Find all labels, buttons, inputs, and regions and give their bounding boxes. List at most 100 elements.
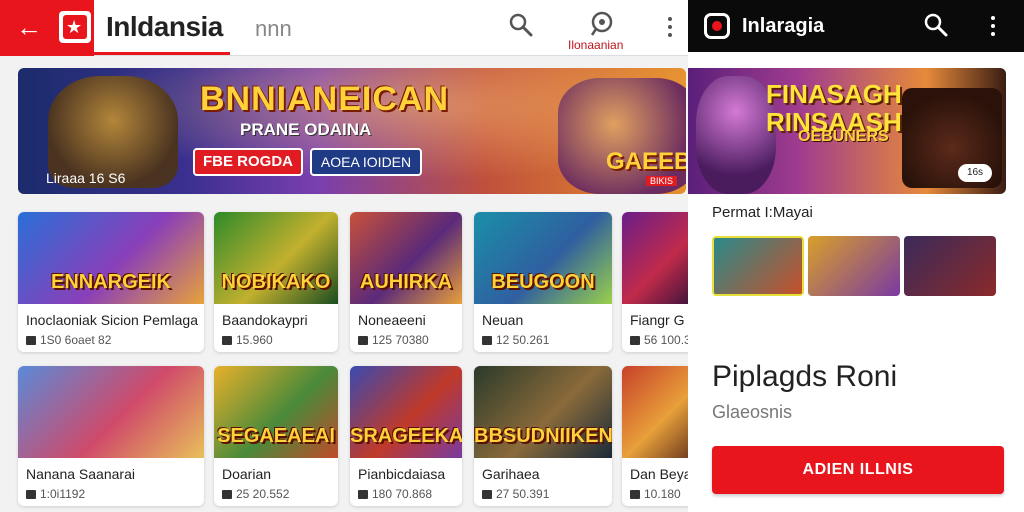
detail-banner-pill[interactable]: 16s bbox=[958, 164, 992, 182]
game-card[interactable]: SEGAEAEAI Doarian 25 20.552 bbox=[214, 366, 338, 506]
game-name: Neuan bbox=[482, 312, 524, 328]
game-thumbnail-logo: SEGAEAEAI bbox=[217, 425, 335, 447]
game-card[interactable]: AUHIRKA Noneaeeni 125 70380 bbox=[350, 212, 462, 352]
detail-banner[interactable]: FINASAGH RINSAASH OEBUNERS 16s bbox=[688, 68, 1006, 194]
banner-secondary-button[interactable]: AOEA IOIDEN bbox=[310, 148, 422, 176]
game-meta-text: 125 70380 bbox=[372, 333, 429, 347]
game-name: Garihaea bbox=[482, 466, 540, 482]
game-card[interactable]: BBSUDNIIKEN Garihaea 27 50.391 bbox=[474, 366, 612, 506]
game-thumbnail bbox=[622, 366, 688, 458]
install-button[interactable]: ADIEN ILLNIS bbox=[712, 446, 1004, 494]
game-thumbnail-logo: AUHIRKA bbox=[359, 271, 453, 293]
rating-icon bbox=[630, 490, 640, 499]
game-meta: 1:0i1192 bbox=[26, 487, 85, 501]
banner-subtitle: PRANE ODAINA bbox=[240, 120, 372, 139]
app-root: ← Inldansia nnn Ilonaanian BNNIANE bbox=[0, 0, 1024, 512]
game-card[interactable]: Dan Beya 10.180 bbox=[622, 366, 688, 506]
game-meta-text: 180 70.868 bbox=[372, 487, 433, 501]
game-card[interactable]: NOBIKAKO Baandokaypri 15.960 bbox=[214, 212, 338, 352]
search-icon[interactable] bbox=[508, 12, 534, 38]
game-name: Fiangr G bbox=[630, 312, 685, 328]
game-name: Pianbicdaiasa bbox=[358, 466, 446, 482]
game-thumbnail: BEUGOON bbox=[474, 212, 612, 304]
game-meta-text: 12 50.261 bbox=[496, 333, 550, 347]
featured-banner[interactable]: BNNIANEICAN PRANE ODAINA FBE ROGDA AOEA … bbox=[18, 68, 686, 194]
detail-banner-character-art bbox=[696, 76, 776, 194]
game-meta-text: 15.960 bbox=[236, 333, 273, 347]
game-thumbnail bbox=[18, 366, 204, 458]
banner-title: BNNIANEICAN bbox=[200, 80, 449, 118]
game-description: Glaeosnis bbox=[712, 402, 793, 422]
catalog-pane: ← Inldansia nnn Ilonaanian BNNIANE bbox=[0, 0, 688, 512]
game-name: Doarian bbox=[222, 466, 272, 482]
game-thumbnail-logo: ENNARGEIK bbox=[50, 271, 171, 293]
banner-badge: BIKIS bbox=[646, 176, 678, 186]
detail-logo-icon bbox=[704, 13, 730, 39]
screenshots-heading: Permat I:Mayai bbox=[712, 204, 813, 221]
rating-icon bbox=[26, 490, 36, 499]
banner-note: Liraaa 16 S6 bbox=[46, 170, 126, 186]
game-meta: 1S0 6oaet 82 bbox=[26, 333, 111, 347]
game-thumbnail: NOBIKAKO bbox=[214, 212, 338, 304]
search-hint: Ilonaanian bbox=[568, 38, 624, 52]
game-thumbnail: ENNARGEIK bbox=[18, 212, 204, 304]
rating-icon bbox=[358, 490, 368, 499]
app-subtitle: nnn bbox=[255, 16, 292, 41]
detail-top-bar: Inlaragia bbox=[688, 0, 1024, 52]
game-meta-text: 25 20.552 bbox=[236, 487, 290, 501]
voice-search-icon[interactable] bbox=[588, 10, 616, 38]
game-name: Baandokaypri bbox=[222, 312, 308, 328]
game-meta: 56 100.360 bbox=[630, 333, 688, 347]
game-thumbnail-logo: BBSUDNIIKEN bbox=[474, 425, 612, 447]
rating-icon bbox=[222, 490, 232, 499]
game-meta-text: 1S0 6oaet 82 bbox=[40, 333, 112, 347]
game-title: Piplagds Roni bbox=[712, 360, 898, 393]
banner-primary-button[interactable]: FBE ROGDA bbox=[193, 148, 303, 176]
detail-banner-subtitle: OEBUNERS bbox=[798, 128, 889, 145]
game-card[interactable]: Nanana Saanarai 1:0i1192 bbox=[18, 366, 204, 506]
app-title: Inldansia bbox=[106, 11, 223, 42]
game-card[interactable]: SRAGEEKAN Pianbicdaiasa 180 70.868 bbox=[350, 366, 462, 506]
back-arrow-icon[interactable]: ← bbox=[14, 12, 44, 42]
game-thumbnail: AUHIRKA bbox=[350, 212, 462, 304]
game-card[interactable]: ENNARGEIK Inoclaoniak Sicion Pemlaga 1S0 6… bbox=[18, 212, 204, 352]
screenshot-thumbnail[interactable] bbox=[904, 236, 996, 296]
game-name: Nanana Saanarai bbox=[26, 466, 135, 482]
search-icon[interactable] bbox=[924, 13, 948, 37]
detail-pane: Inlaragia FINASAGH RINSAASH OEBUNERS 16s… bbox=[688, 0, 1024, 512]
game-meta-text: 10.180 bbox=[644, 487, 681, 501]
game-card[interactable]: BEUGOON Neuan 12 50.261 bbox=[474, 212, 612, 352]
game-thumbnail-logo: SRAGEEKAN bbox=[350, 425, 462, 447]
game-name: Noneaeeni bbox=[358, 312, 426, 328]
screenshot-thumbnail[interactable] bbox=[808, 236, 900, 296]
game-thumbnail bbox=[622, 212, 688, 304]
game-thumbnail-logo: NOBIKAKO bbox=[221, 271, 331, 293]
rating-icon bbox=[482, 336, 492, 345]
game-thumbnail: SEGAEAEAI bbox=[214, 366, 338, 458]
game-name: Inoclaoniak Sicion Pemlaga bbox=[26, 312, 198, 328]
top-bar: ← Inldansia nnn Ilonaanian bbox=[0, 0, 688, 56]
rating-icon bbox=[482, 490, 492, 499]
game-meta: 12 50.261 bbox=[482, 333, 549, 347]
game-name: Dan Beya bbox=[630, 466, 688, 482]
game-card[interactable]: Fiangr G 56 100.360 bbox=[622, 212, 688, 352]
game-meta: 25 20.552 bbox=[222, 487, 289, 501]
game-meta-text: 1:0i1192 bbox=[40, 487, 86, 501]
rating-icon bbox=[222, 336, 232, 345]
game-meta: 125 70380 bbox=[358, 333, 429, 347]
more-options-icon[interactable] bbox=[662, 12, 678, 42]
rating-icon bbox=[358, 336, 368, 345]
detail-title: Inlaragia bbox=[742, 15, 825, 37]
active-tab-indicator bbox=[94, 52, 230, 55]
rating-icon bbox=[630, 336, 640, 345]
game-thumbnail: BBSUDNIIKEN bbox=[474, 366, 612, 458]
game-thumbnail: SRAGEEKAN bbox=[350, 366, 462, 458]
game-meta: 15.960 bbox=[222, 333, 273, 347]
game-thumbnail-logo: BEUGOON bbox=[491, 271, 595, 293]
rating-icon bbox=[26, 336, 36, 345]
banner-brand: GAEEBKIS bbox=[606, 148, 686, 175]
game-meta: 27 50.391 bbox=[482, 487, 549, 501]
screenshot-thumbnail[interactable] bbox=[712, 236, 804, 296]
game-meta: 10.180 bbox=[630, 487, 681, 501]
more-options-icon[interactable] bbox=[986, 12, 1000, 40]
